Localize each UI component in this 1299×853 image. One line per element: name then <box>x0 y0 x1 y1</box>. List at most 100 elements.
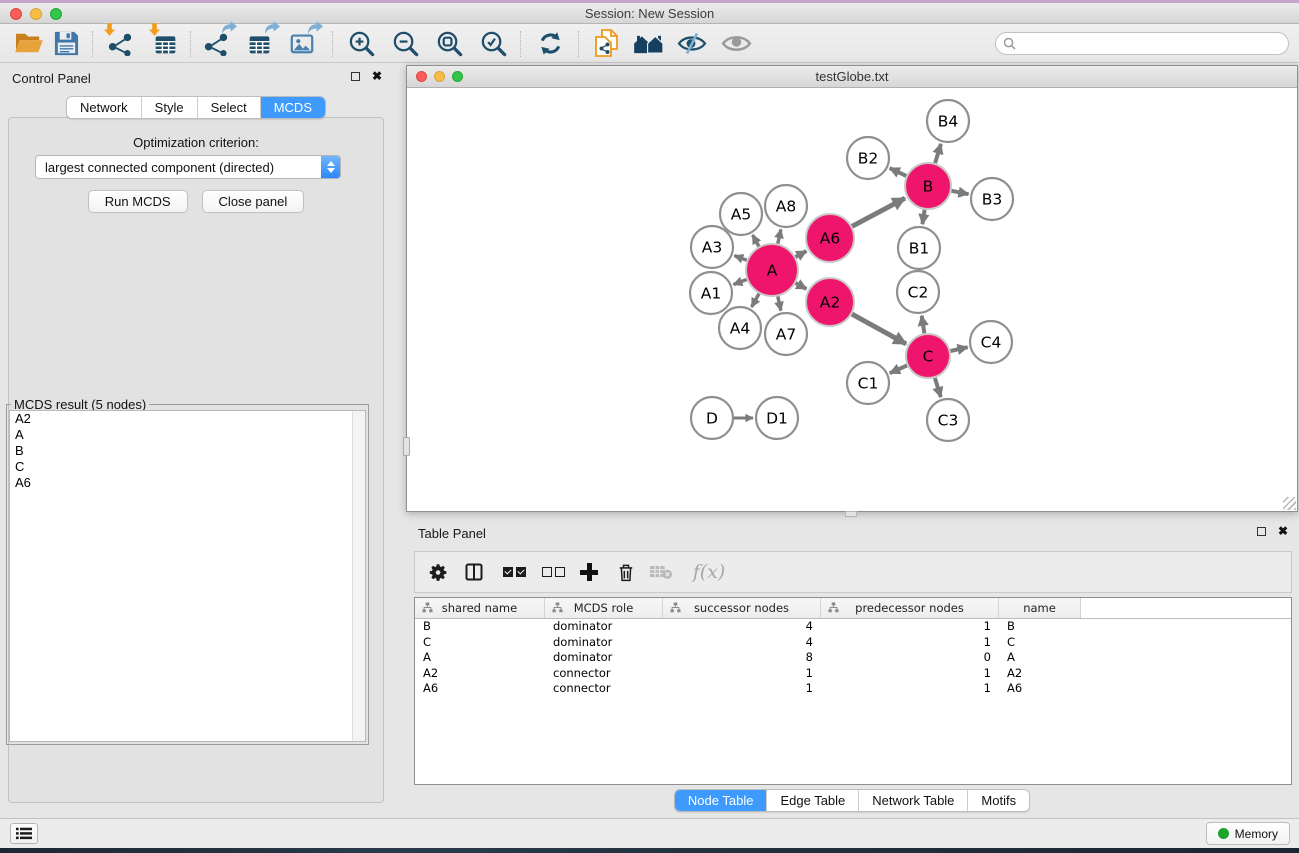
edge-C-C2[interactable] <box>922 316 925 334</box>
table-cell[interactable]: A2 <box>999 666 1081 682</box>
graph-node-B3[interactable]: B3 <box>971 178 1013 220</box>
table-cell[interactable]: C <box>415 635 545 651</box>
column-header-successor-nodes[interactable]: successor nodes <box>663 598 821 618</box>
graph-node-B[interactable]: B <box>905 163 951 209</box>
graph-node-A4[interactable]: A4 <box>719 307 761 349</box>
export-table-icon[interactable] <box>241 25 277 61</box>
edge-A-A6[interactable] <box>796 251 807 257</box>
graph-node-C4[interactable]: C4 <box>970 321 1012 363</box>
network-window-titlebar[interactable]: testGlobe.txt <box>407 66 1297 88</box>
float-panel-icon[interactable] <box>1257 527 1266 536</box>
edge-A2-C[interactable] <box>852 314 906 344</box>
zoom-selected-icon[interactable] <box>475 25 511 61</box>
tab-node-table[interactable]: Node Table <box>675 790 768 811</box>
memory-button[interactable]: Memory <box>1206 822 1290 845</box>
zoom-out-icon[interactable] <box>387 25 423 61</box>
graph-node-D[interactable]: D <box>691 397 733 439</box>
table-cell[interactable]: C <box>999 635 1081 651</box>
table-cell[interactable]: A6 <box>999 681 1081 697</box>
table-cell[interactable]: 1 <box>821 619 999 635</box>
show-hide-graphics-details-icon[interactable] <box>674 25 710 61</box>
edge-A-A1[interactable] <box>734 280 747 285</box>
delete-columns-icon[interactable] <box>611 557 641 587</box>
graph-node-A6[interactable]: A6 <box>806 214 854 262</box>
mcds-result-list[interactable]: A2ABCA6 <box>9 410 366 742</box>
graph-node-C[interactable]: C <box>906 334 950 378</box>
clone-network-icon[interactable] <box>588 25 624 61</box>
tab-edge-table[interactable]: Edge Table <box>767 790 859 811</box>
edge-A-A2[interactable] <box>796 283 807 289</box>
graph-node-C2[interactable]: C2 <box>897 271 939 313</box>
table-row[interactable]: Bdominator41B <box>415 619 1291 635</box>
graph-node-B4[interactable]: B4 <box>927 100 969 142</box>
graph-node-A[interactable]: A <box>746 244 798 296</box>
graph-node-B1[interactable]: B1 <box>898 227 940 269</box>
bird-eye-view-icon[interactable] <box>718 25 754 61</box>
table-cell[interactable]: 1 <box>821 666 999 682</box>
result-list-scrollbar[interactable] <box>352 411 365 741</box>
edge-A6-B[interactable] <box>852 198 905 226</box>
table-cell[interactable]: 8 <box>663 650 821 666</box>
show-columns-icon[interactable] <box>459 557 489 587</box>
table-cell[interactable]: A <box>999 650 1081 666</box>
export-image-icon[interactable] <box>284 25 320 61</box>
result-item[interactable]: B <box>10 443 365 459</box>
tab-motifs[interactable]: Motifs <box>968 790 1029 811</box>
close-panel-icon[interactable]: ✖ <box>372 71 382 81</box>
graph-node-A5[interactable]: A5 <box>720 193 762 235</box>
close-panel-icon[interactable]: ✖ <box>1278 526 1288 536</box>
column-header-predecessor-nodes[interactable]: predecessor nodes <box>821 598 999 618</box>
table-cell[interactable]: A <box>415 650 545 666</box>
table-row[interactable]: Cdominator41C <box>415 635 1291 651</box>
table-cell[interactable]: B <box>999 619 1081 635</box>
result-item[interactable]: A2 <box>10 411 365 427</box>
deselect-all-checkboxes-icon[interactable] <box>538 557 568 587</box>
import-table-icon[interactable] <box>147 25 183 61</box>
close-panel-button[interactable]: Close panel <box>202 190 305 213</box>
column-header-shared-name[interactable]: shared name <box>415 598 545 618</box>
graph-node-B2[interactable]: B2 <box>847 137 889 179</box>
edge-A-A8[interactable] <box>778 229 781 243</box>
graph-node-D1[interactable]: D1 <box>756 397 798 439</box>
graph-node-A2[interactable]: A2 <box>806 278 854 326</box>
table-row[interactable]: A6connector11A6 <box>415 681 1291 697</box>
run-mcds-button[interactable]: Run MCDS <box>88 190 188 213</box>
table-cell[interactable]: B <box>415 619 545 635</box>
column-header-mcds-role[interactable]: MCDS role <box>545 598 663 618</box>
home-networks-icon[interactable] <box>631 25 667 61</box>
tab-network[interactable]: Network <box>67 97 142 118</box>
float-panel-icon[interactable] <box>351 72 360 81</box>
tab-network-table[interactable]: Network Table <box>859 790 968 811</box>
table-row[interactable]: A2connector11A2 <box>415 666 1291 682</box>
delete-table-icon[interactable] <box>646 557 676 587</box>
edge-A-A3[interactable] <box>734 256 746 261</box>
resize-grip-icon[interactable] <box>1283 497 1296 510</box>
import-network-icon[interactable] <box>102 25 138 61</box>
result-item[interactable]: A <box>10 427 365 443</box>
table-cell[interactable]: dominator <box>545 635 663 651</box>
node-table[interactable]: shared nameMCDS rolesuccessor nodesprede… <box>414 597 1292 785</box>
export-network-icon[interactable] <box>198 25 234 61</box>
select-stepper-icon[interactable] <box>321 156 340 178</box>
table-settings-icon[interactable] <box>423 557 453 587</box>
table-row[interactable]: Adominator80A <box>415 650 1291 666</box>
graph-node-A3[interactable]: A3 <box>691 226 733 268</box>
edge-A-A7[interactable] <box>778 296 781 310</box>
function-builder-icon[interactable]: f(x) <box>687 557 731 587</box>
criterion-select[interactable]: largest connected component (directed) <box>35 155 341 179</box>
table-cell[interactable]: 4 <box>663 635 821 651</box>
table-cell[interactable]: 0 <box>821 650 999 666</box>
table-cell[interactable]: 1 <box>663 666 821 682</box>
edge-C-C3[interactable] <box>935 378 941 397</box>
edge-B-B3[interactable] <box>952 191 969 194</box>
tab-style[interactable]: Style <box>142 97 198 118</box>
edge-A-A4[interactable] <box>752 294 759 307</box>
select-all-checkboxes-icon[interactable] <box>499 557 529 587</box>
window-splitter-handle[interactable] <box>403 437 410 456</box>
save-session-icon[interactable] <box>48 25 84 61</box>
edge-A-A5[interactable] <box>753 235 759 246</box>
table-cell[interactable]: 1 <box>663 681 821 697</box>
table-cell[interactable]: connector <box>545 666 663 682</box>
graph-node-A1[interactable]: A1 <box>690 272 732 314</box>
edge-C-C4[interactable] <box>951 347 968 351</box>
